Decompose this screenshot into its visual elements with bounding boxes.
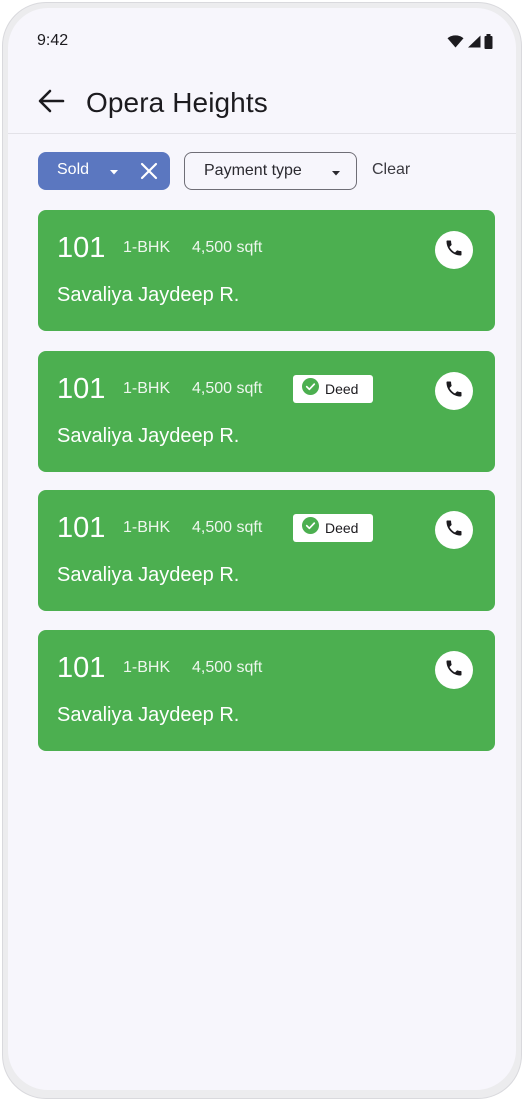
page-title: Opera Heights bbox=[86, 87, 268, 118]
sold-filter-label: Sold bbox=[57, 161, 90, 178]
owner-name: Savaliya Jaydeep R. bbox=[57, 564, 240, 586]
deed-badge-label: Deed bbox=[325, 381, 359, 397]
status-icons bbox=[447, 34, 493, 54]
owner-name: Savaliya Jaydeep R. bbox=[57, 284, 240, 306]
unit-type: 1-BHK bbox=[123, 519, 171, 536]
back-arrow-icon bbox=[37, 88, 65, 119]
battery-icon bbox=[484, 34, 493, 54]
unit-card[interactable]: 101 1-BHK 4,500 sqft Savaliya Jaydeep R. bbox=[38, 630, 495, 751]
phone-icon bbox=[444, 658, 464, 683]
call-button[interactable] bbox=[435, 372, 473, 410]
app-bar: Opera Heights bbox=[8, 74, 516, 134]
filter-bar: Sold Payment type Clear bbox=[38, 152, 498, 190]
unit-type: 1-BHK bbox=[123, 239, 171, 256]
phone-icon bbox=[444, 238, 464, 263]
unit-card[interactable]: 101 1-BHK 4,500 sqft Deed Savaliya Jayde… bbox=[38, 490, 495, 611]
status-time: 9:42 bbox=[37, 32, 69, 49]
unit-area: 4,500 sqft bbox=[192, 659, 263, 676]
call-button[interactable] bbox=[435, 231, 473, 269]
unit-area: 4,500 sqft bbox=[192, 239, 263, 256]
unit-card[interactable]: 101 1-BHK 4,500 sqft Deed Savaliya Jayde… bbox=[38, 351, 495, 472]
status-bar: 9:42 bbox=[8, 8, 516, 74]
unit-type: 1-BHK bbox=[123, 380, 171, 397]
owner-name: Savaliya Jaydeep R. bbox=[57, 425, 240, 447]
owner-name: Savaliya Jaydeep R. bbox=[57, 704, 240, 726]
unit-number: 101 bbox=[57, 512, 106, 544]
screen: 9:42 Opera Heights Sold Payment type Cle… bbox=[8, 8, 516, 1090]
deed-badge-label: Deed bbox=[325, 520, 359, 536]
wifi-icon bbox=[447, 35, 464, 53]
deed-badge: Deed bbox=[293, 375, 373, 403]
clear-filters-button[interactable]: Clear bbox=[372, 161, 410, 179]
unit-number: 101 bbox=[57, 232, 106, 264]
unit-area: 4,500 sqft bbox=[192, 380, 263, 397]
check-circle-icon bbox=[302, 378, 319, 400]
deed-badge: Deed bbox=[293, 514, 373, 542]
sold-filter-chip[interactable]: Sold bbox=[38, 152, 170, 190]
unit-card[interactable]: 101 1-BHK 4,500 sqft Savaliya Jaydeep R. bbox=[38, 210, 495, 331]
call-button[interactable] bbox=[435, 511, 473, 549]
device-frame: 9:42 Opera Heights Sold Payment type Cle… bbox=[2, 2, 522, 1099]
check-circle-icon bbox=[302, 517, 319, 539]
back-button[interactable] bbox=[34, 86, 68, 120]
close-icon[interactable] bbox=[138, 160, 160, 182]
caret-down-icon bbox=[330, 166, 342, 184]
unit-area: 4,500 sqft bbox=[192, 519, 263, 536]
phone-icon bbox=[444, 379, 464, 404]
payment-type-label: Payment type bbox=[204, 162, 302, 179]
unit-number: 101 bbox=[57, 652, 106, 684]
phone-icon bbox=[444, 518, 464, 543]
unit-number: 101 bbox=[57, 373, 106, 405]
signal-icon bbox=[467, 35, 481, 53]
call-button[interactable] bbox=[435, 651, 473, 689]
caret-down-icon bbox=[108, 165, 120, 183]
unit-type: 1-BHK bbox=[123, 659, 171, 676]
payment-type-filter-chip[interactable]: Payment type bbox=[184, 152, 357, 190]
